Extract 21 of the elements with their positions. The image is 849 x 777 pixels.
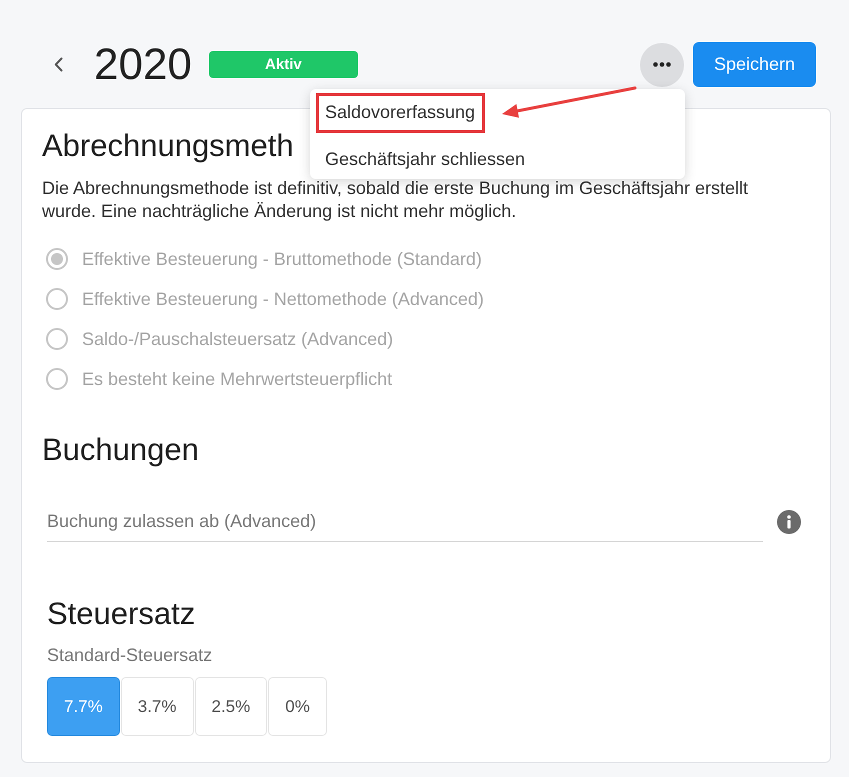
chevron-left-icon bbox=[54, 57, 62, 72]
field-label: Standard-Steuersatz bbox=[47, 644, 212, 666]
section-heading: Steuersatz bbox=[47, 596, 196, 632]
year-title: 2020 bbox=[94, 42, 192, 86]
radio-label: Es besteht keine Mehrwertsteuerpflicht bbox=[82, 368, 392, 390]
ellipsis-icon bbox=[652, 62, 671, 67]
radio-label: Saldo-/Pauschalsteuersatz (Advanced) bbox=[82, 328, 394, 350]
description-text: Die Abrechnungsmethode ist definitiv, sobald die erste Buchung im Geschäftsjahr erstellt wurde. Eine nachträgliche Änderung ist nicht mehr möglich. bbox=[42, 177, 750, 223]
input-field[interactable]: Buchung zulassen ab (Advanced) bbox=[47, 502, 763, 542]
menu-item[interactable]: Geschäftsjahr schliessen bbox=[316, 140, 536, 178]
radio-label: Effektive Besteuerung - Bruttomethode (Standard) bbox=[82, 248, 482, 270]
tax-rate-option[interactable]: 0% bbox=[268, 677, 327, 736]
status-badge: Aktiv bbox=[208, 51, 358, 78]
more-button[interactable] bbox=[640, 42, 684, 86]
radio-label: Effektive Besteuerung - Nettomethode (Advanced) bbox=[82, 288, 484, 310]
menu-item[interactable]: Saldovorerfassung bbox=[316, 92, 486, 132]
tax-rate-option[interactable]: 3.7% bbox=[120, 677, 194, 736]
tax-rate-option[interactable]: 2.5% bbox=[194, 677, 268, 736]
section-heading: Buchungen bbox=[42, 432, 199, 468]
section-heading: Abrechnungsmeth bbox=[42, 128, 294, 164]
info-icon[interactable] bbox=[777, 510, 801, 534]
